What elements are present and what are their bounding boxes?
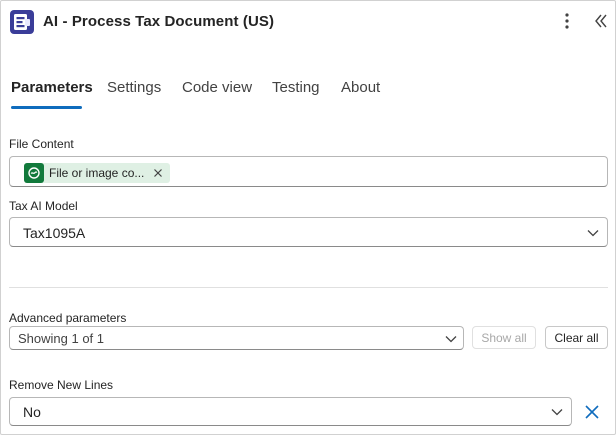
remove-new-lines-value: No bbox=[23, 404, 41, 420]
clear-all-button[interactable]: Clear all bbox=[545, 326, 608, 349]
active-tab-indicator bbox=[11, 106, 82, 109]
more-vertical-icon bbox=[565, 13, 569, 29]
advanced-parameters-label: Advanced parameters bbox=[9, 311, 127, 325]
remove-parameter-icon[interactable] bbox=[583, 403, 601, 421]
remove-new-lines-dropdown[interactable]: No bbox=[9, 397, 572, 426]
tax-model-value: Tax1095A bbox=[23, 225, 86, 241]
file-content-token-label: File or image co... bbox=[49, 166, 145, 180]
chevron-down-icon bbox=[587, 230, 599, 237]
tab-parameters[interactable]: Parameters bbox=[11, 79, 93, 96]
section-divider bbox=[9, 287, 608, 288]
chevron-down-icon bbox=[551, 409, 563, 416]
app-logo-icon bbox=[10, 10, 34, 34]
remove-new-lines-label: Remove New Lines bbox=[9, 378, 114, 392]
remove-token-icon[interactable] bbox=[152, 167, 164, 179]
tab-code-view[interactable]: Code view bbox=[182, 79, 252, 96]
collapse-panel-button[interactable] bbox=[591, 10, 611, 32]
double-chevron-left-icon bbox=[595, 14, 607, 28]
panel-title: AI - Process Tax Document (US) bbox=[43, 13, 275, 30]
tab-testing[interactable]: Testing bbox=[272, 79, 320, 96]
tax-model-label: Tax AI Model bbox=[9, 199, 78, 213]
file-content-token[interactable]: File or image co... bbox=[24, 163, 171, 183]
advanced-parameters-dropdown[interactable]: Showing 1 of 1 bbox=[9, 326, 464, 350]
more-options-button[interactable] bbox=[558, 10, 576, 32]
chevron-down-icon bbox=[445, 336, 457, 343]
ai-builder-icon bbox=[24, 163, 44, 183]
advanced-parameters-value: Showing 1 of 1 bbox=[18, 331, 105, 346]
tab-settings[interactable]: Settings bbox=[107, 79, 161, 96]
panel-header: AI - Process Tax Document (US) bbox=[1, 1, 615, 43]
panel: AI - Process Tax Document (US) Parameter… bbox=[0, 0, 616, 435]
tax-model-dropdown[interactable]: Tax1095A bbox=[9, 217, 608, 247]
file-content-field[interactable]: File or image co... bbox=[9, 156, 608, 187]
show-all-button[interactable]: Show all bbox=[472, 326, 536, 349]
tab-about[interactable]: About bbox=[341, 79, 380, 96]
file-content-label: File Content bbox=[9, 137, 74, 151]
tab-bar: Parameters Settings Code view Testing Ab… bbox=[1, 73, 615, 113]
